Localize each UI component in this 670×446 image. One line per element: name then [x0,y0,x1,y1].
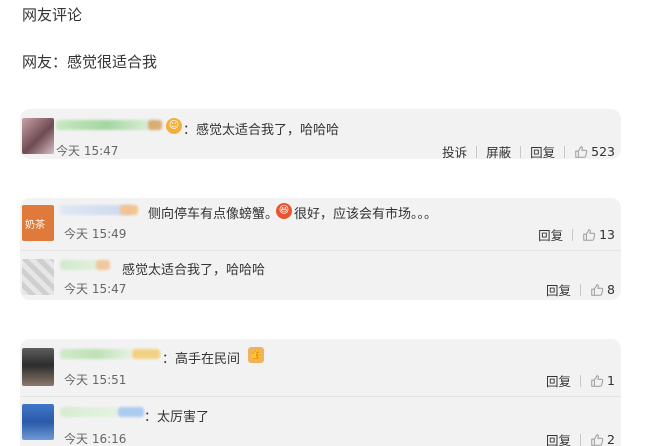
like-count: 523 [591,144,615,159]
block-button[interactable]: 屏蔽 [486,142,511,159]
comment-time: 今天 15:49 [64,227,127,241]
avatar[interactable] [22,348,54,386]
comment-actions: 回复 1 [546,371,615,390]
like-button[interactable]: 8 [590,282,615,297]
thumbs-up-icon [575,145,588,158]
like-count: 8 [607,282,615,297]
user-badge-icon [148,120,162,130]
username[interactable] [60,407,120,417]
thumbs-up-icon [583,228,596,241]
avatar[interactable] [22,118,54,154]
comment-actions: 回复 2 [546,430,615,446]
like-button[interactable]: 13 [582,227,615,242]
user-badge-icon [118,407,144,417]
reply-button[interactable]: 回复 [530,142,555,159]
avatar[interactable]: 奶茶 [22,205,54,241]
divider [580,374,582,387]
thumbs-up-emoji-icon: 👍 [248,347,264,363]
divider [564,145,566,158]
reply-button[interactable]: 回复 [546,280,571,299]
divider [520,145,522,158]
like-button[interactable]: 2 [590,432,615,446]
comment-row: ☺ ：感觉太适合我了，哈哈哈 今天 15:47 投诉 屏蔽 回复 523 [20,109,621,159]
like-button[interactable]: 523 [574,144,615,159]
divider [572,228,574,241]
thumbs-up-icon [591,283,604,296]
comment-text: ：感觉太适合我了，哈哈哈 [183,123,340,138]
comment-actions: 回复 8 [546,280,615,299]
comment-card: ☺ ：感觉太适合我了，哈哈哈 今天 15:47 投诉 屏蔽 回复 523 [20,109,621,159]
username[interactable] [56,120,156,130]
user-badge-icon [96,260,110,270]
comment-row: ：高手在民间 👍 今天 15:51 回复 1 [20,339,621,394]
section-title: 网友评论 [22,6,83,24]
comment-row: ：太厉害了 今天 16:16 回复 2 [20,396,621,446]
divider [580,283,582,296]
intro-comment: 网友：感觉很适合我 [22,53,158,71]
emoji-icon: ☺ [166,118,182,134]
like-count: 13 [599,227,615,242]
comment-time: 今天 16:16 [64,432,127,446]
reply-button[interactable]: 回复 [546,371,571,390]
comment-text-part-a: 侧向停车有点像螃蟹。 [148,207,279,222]
comment-row: 感觉太适合我了，哈哈哈 今天 15:47 回复 8 [20,250,621,300]
thumbs-up-icon [591,433,604,446]
avatar[interactable] [22,259,54,295]
comment-card: 奶茶 侧向停车有点像螃蟹。 😆 很好，应该会有市场。。。 今天 15:49 回复… [20,198,621,300]
laughing-emoji-icon: 😆 [276,203,292,219]
avatar[interactable] [22,404,54,440]
comment-row: 奶茶 侧向停车有点像螃蟹。 😆 很好，应该会有市场。。。 今天 15:49 回复… [20,198,621,248]
comment-card: ：高手在民间 👍 今天 15:51 回复 1 ：太厉害了 今天 16:16 回复… [20,339,621,446]
comment-text: 感觉太适合我了，哈哈哈 [122,263,266,278]
comment-text-part-b: 很好，应该会有市场。。。 [294,207,438,222]
comment-text: ：高手在民间 [162,352,241,367]
comment-text: ：太厉害了 [144,410,210,425]
username[interactable] [60,349,132,359]
comment-actions: 回复 13 [538,225,615,244]
thumbs-up-icon [591,374,604,387]
comment-time: 今天 15:47 [64,282,127,296]
comment-actions: 投诉 屏蔽 回复 523 [442,142,615,159]
reply-button[interactable]: 回复 [538,225,563,244]
like-count: 1 [607,373,615,388]
user-badge-icon [132,349,160,359]
report-button[interactable]: 投诉 [442,142,467,159]
divider [476,145,478,158]
comment-time: 今天 15:51 [64,373,127,387]
user-badge-icon [120,205,138,215]
like-button[interactable]: 1 [590,373,615,388]
divider [580,433,582,446]
like-count: 2 [607,432,615,446]
reply-button[interactable]: 回复 [546,430,571,446]
comment-time: 今天 15:47 [56,144,119,158]
